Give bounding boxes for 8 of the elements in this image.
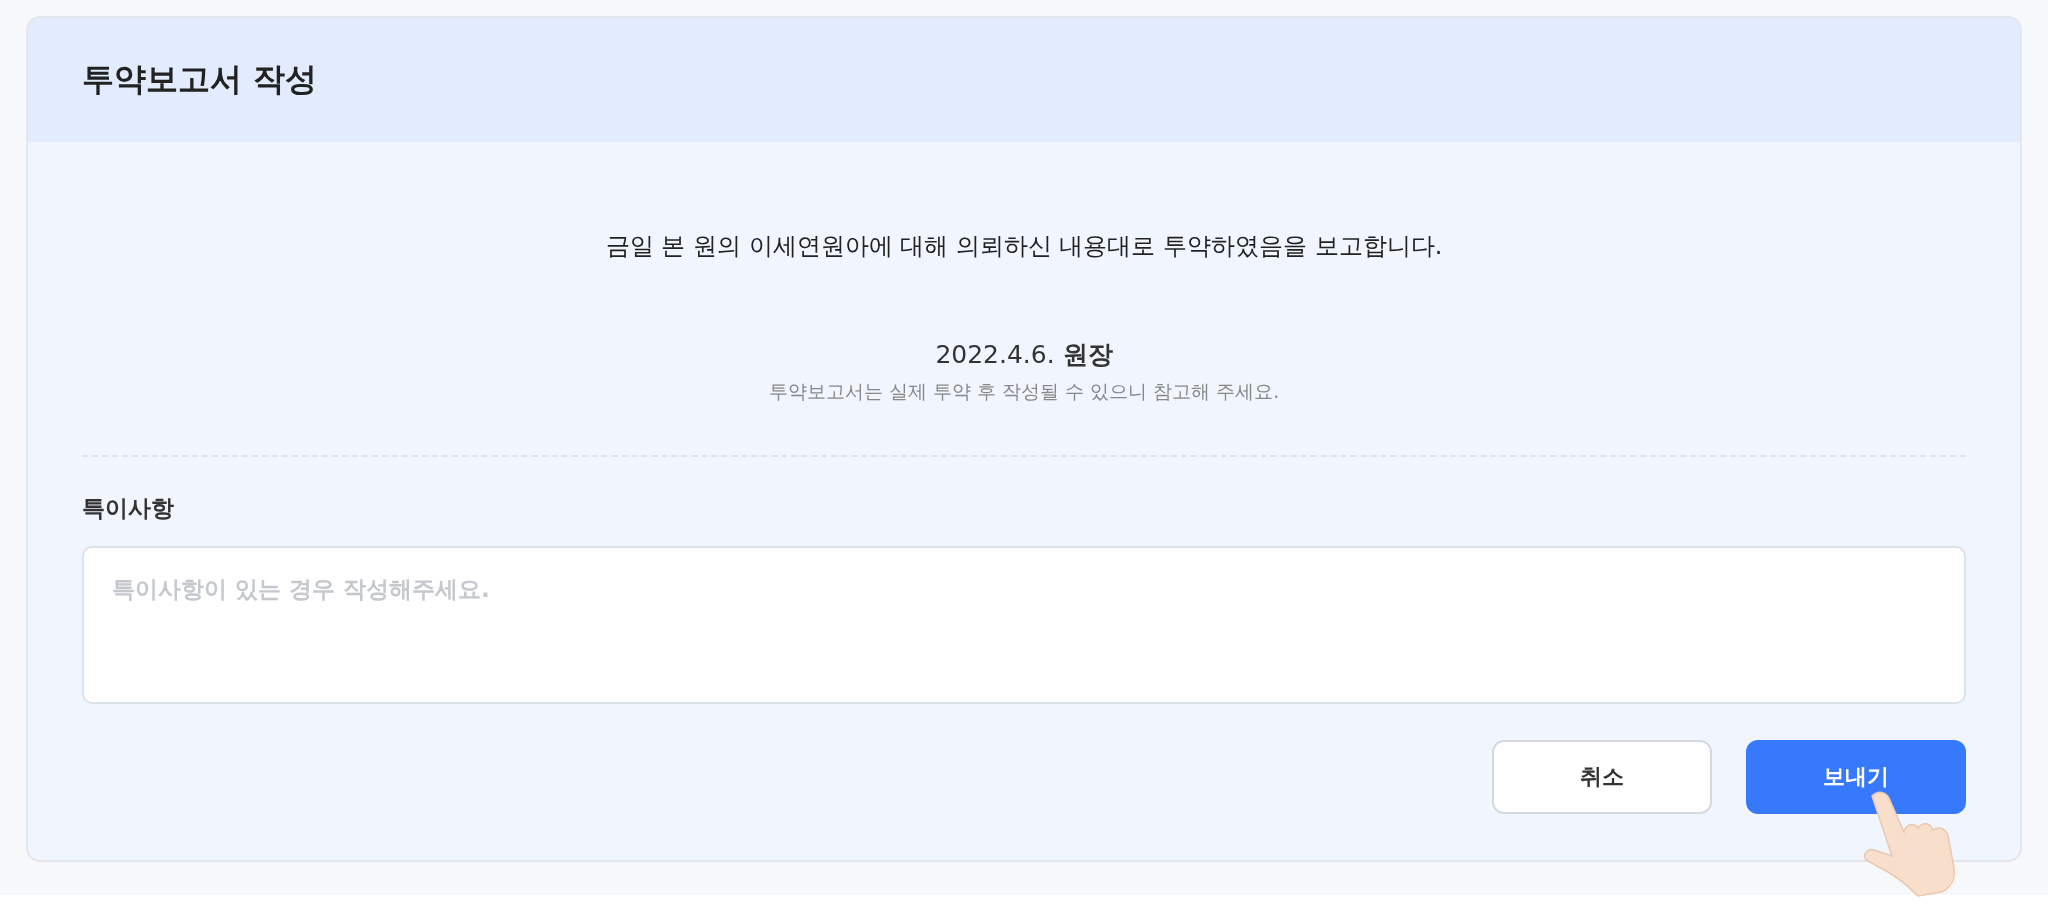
remarks-label: 특이사항 — [82, 494, 175, 523]
report-message: 금일 본 원의 이세연원아에 대해 의뢰하신 내용대로 투약하였음을 보고합니다. — [604, 231, 1444, 262]
remarks-field[interactable]: 특이사항이 있는 경우 작성해주세요. — [82, 546, 1966, 704]
date-signature: 2022.4.6. 원장 — [934, 339, 1114, 371]
send-button[interactable]: 보내기 — [1746, 740, 1966, 814]
notice-text: 투약보고서는 실제 투약 후 작성될 수 있으니 참고해 주세요. — [767, 379, 1281, 404]
cancel-button[interactable]: 취소 — [1492, 740, 1712, 814]
dialog-title: 투약보고서 작성 — [82, 59, 318, 100]
